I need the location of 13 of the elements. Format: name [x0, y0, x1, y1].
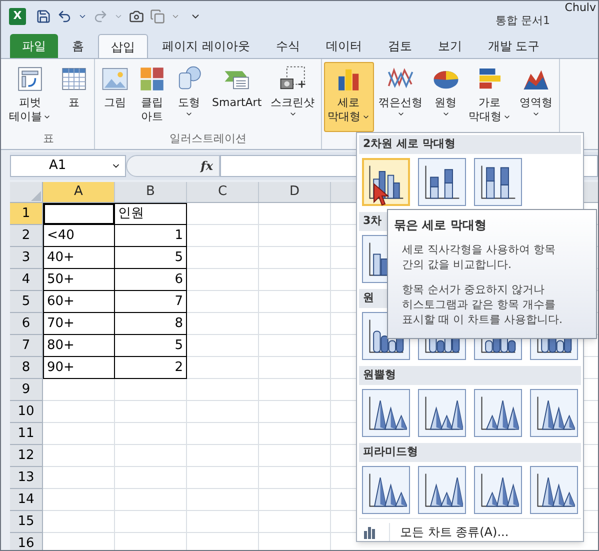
section-header: 3차: [363, 213, 382, 230]
section-header: 피라미드형: [363, 444, 418, 460]
group-label: 표: [43, 130, 54, 146]
tooltip-title: 묶은 세로 막대형: [394, 217, 488, 234]
section-header: 2차원 세로 막대형: [363, 136, 456, 152]
excel-logo: X: [9, 8, 26, 24]
tooltip-text: 항목 순서가 중요하지 않거나 히스토그램과 같은 항목 개수를 표시할 때 이 차트를 사용합니다.: [401, 282, 564, 327]
section-header: 원: [363, 290, 374, 306]
overlay-label: Chulv: [564, 1, 597, 14]
window-title: 통합 문서1: [496, 12, 550, 29]
group-label: 일러스트레이션: [169, 130, 246, 146]
tooltip-text: 세로 직사각형을 사용하여 항목 간의 값을 비교합니다.: [401, 242, 556, 272]
section-header: 원뿔형: [363, 367, 396, 384]
